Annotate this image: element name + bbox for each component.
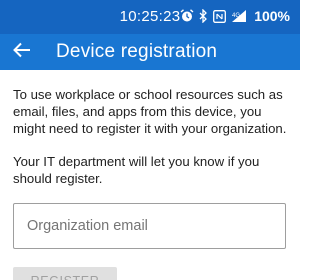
signal-icon: 4G [231,9,247,23]
it-department-paragraph: Your IT department will let you know if … [13,154,260,186]
alarm-icon [180,9,194,23]
battery-level: 100% [254,8,290,24]
arrow-back-icon [13,42,31,63]
status-bar: 10:25:23 4G 100% [0,0,300,34]
organization-email-input[interactable] [27,218,285,234]
back-button[interactable] [4,34,40,70]
register-button[interactable]: REGISTER [13,267,117,280]
app-bar: Device registration [0,34,300,70]
svg-text:4G: 4G [232,13,240,19]
intro-paragraph: To use workplace or school resources suc… [13,87,287,136]
status-icons: 4G 100% [180,8,290,24]
page-title: Device registration [56,41,218,62]
main-content: To use workplace or school resources suc… [0,70,300,280]
nfc-icon [213,9,227,23]
organization-email-field[interactable] [13,203,286,249]
bluetooth-icon [199,9,208,23]
